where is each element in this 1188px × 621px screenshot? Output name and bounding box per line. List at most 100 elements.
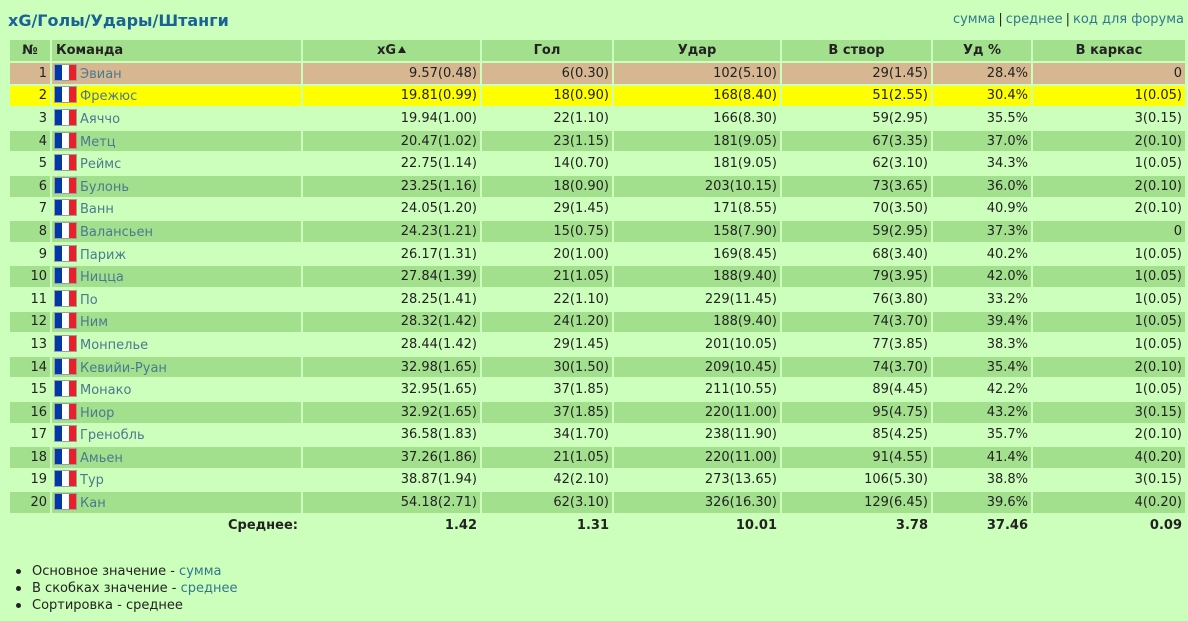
table-row[interactable]: 13 Монпелье 28.44(1.42) 29(1.45) 201(10.05) 7… [10, 334, 1185, 355]
column-header-on-target[interactable]: В створ [782, 40, 931, 61]
team-link[interactable]: Метц [80, 135, 116, 150]
table-row[interactable]: 17 Гренобль 36.58(1.83) 34(1.70) 238(11.90) 8… [10, 424, 1185, 446]
team-link[interactable]: Париж [80, 248, 126, 263]
table-row[interactable]: 14 Кевийи-Руан 32.98(1.65) 30(1.50) 209(10.4… [10, 356, 1185, 378]
cell-rank: 6 [10, 175, 50, 197]
cell-shots: 166(8.30) [614, 108, 780, 129]
cell-on-target: 79(3.95) [782, 266, 931, 287]
link-separator: | [1065, 12, 1071, 27]
cell-shot-pct: 39.4% [933, 311, 1031, 333]
column-header-shots[interactable]: Удар [614, 40, 780, 61]
cell-xg: 22.75(1.14) [303, 153, 480, 174]
cell-woodwork: 3(0.15) [1033, 401, 1185, 423]
table-row[interactable]: 8 Валансьен 24.23(1.21) 15(0.75) 158(7.90) 59… [10, 221, 1185, 242]
legend-text: В скобках значение - [32, 581, 181, 596]
table-header-row: № Команда xG Гол Удар В створ Уд % В кар… [10, 40, 1185, 61]
cell-shot-pct: 28.4% [933, 63, 1031, 84]
table-row[interactable]: 10 Ницца 27.84(1.39) 21(1.05) 188(9.40) 79(3.… [10, 266, 1185, 287]
cell-on-target: 74(3.70) [782, 311, 931, 333]
cell-shot-pct: 37.0% [933, 130, 1031, 152]
page-title: xG/Голы/Удары/Штанги [8, 11, 229, 30]
table-row[interactable]: 6 Булонь 23.25(1.16) 18(0.90) 203(10.15) 73(3… [10, 175, 1185, 197]
team-link[interactable]: Аяччо [80, 112, 120, 127]
team-link[interactable]: Ниор [80, 406, 114, 421]
team-link[interactable]: Тур [80, 473, 104, 488]
team-link[interactable]: Валансьен [80, 225, 153, 240]
team-link[interactable]: Эвиан [80, 67, 122, 82]
average-link[interactable]: среднее [1006, 12, 1063, 27]
table-row[interactable]: 5 Реймс 22.75(1.14) 14(0.70) 181(9.05) 62(3.1… [10, 153, 1185, 174]
table-row[interactable]: 20 Кан 54.18(2.71) 62(3.10) 326(16.30) 129(6.… [10, 492, 1185, 513]
table-row[interactable]: 3 Аяччо 19.94(1.00) 22(1.10) 166(8.30) 59(2.9… [10, 108, 1185, 129]
cell-on-target: 95(4.75) [782, 401, 931, 423]
cell-goals: 62(3.10) [482, 492, 612, 513]
team-link[interactable]: Гренобль [80, 428, 145, 443]
column-header-label: Команда [56, 43, 124, 58]
cell-shot-pct: 43.2% [933, 401, 1031, 423]
table-body: 1 Эвиан 9.57(0.48) 6(0.30) 102(5.10) 29(1.45)… [10, 63, 1185, 513]
column-header-xg[interactable]: xG [303, 40, 480, 61]
team-link[interactable]: Кевийи-Руан [80, 361, 167, 376]
team-link[interactable]: Амьен [80, 451, 123, 466]
cell-goals: 18(0.90) [482, 175, 612, 197]
cell-shots: 102(5.10) [614, 63, 780, 84]
team-link[interactable]: Ницца [80, 270, 124, 285]
table-row[interactable]: 16 Ниор 32.92(1.65) 37(1.85) 220(11.00) 95(4.… [10, 401, 1185, 423]
france-flag-icon [55, 200, 76, 216]
france-flag-icon [55, 471, 76, 487]
france-flag-icon [55, 87, 76, 103]
cell-rank: 10 [10, 266, 50, 287]
column-header-team[interactable]: Команда [52, 40, 301, 61]
france-flag-icon [55, 358, 76, 374]
table-row[interactable]: 12 Ним 28.32(1.42) 24(1.20) 188(9.40) 74(3.70… [10, 311, 1185, 333]
table-row[interactable]: 15 Монако 32.95(1.65) 37(1.85) 211(10.55) 89(… [10, 379, 1185, 400]
cell-shots: 326(16.30) [614, 492, 780, 513]
legend-link-sum[interactable]: сумма [179, 564, 221, 579]
table-row[interactable]: 4 Метц 20.47(1.02) 23(1.15) 181(9.05) 67(3.35… [10, 130, 1185, 152]
cell-xg: 32.95(1.65) [303, 379, 480, 400]
column-header-num[interactable]: № [10, 40, 50, 61]
cell-shot-pct: 34.3% [933, 153, 1031, 174]
table-row[interactable]: 7 Ванн 24.05(1.20) 29(1.45) 171(8.55) 70(3.50… [10, 198, 1185, 220]
cell-team: Реймс [52, 153, 301, 174]
team-link[interactable]: Булонь [80, 180, 129, 195]
team-link[interactable]: Фрежюс [80, 89, 137, 104]
legend-text: Сортировка - среднее [32, 598, 183, 613]
cell-team: Кан [52, 492, 301, 513]
cell-xg: 19.94(1.00) [303, 108, 480, 129]
france-flag-icon [55, 132, 76, 148]
column-header-woodwork[interactable]: В каркас [1033, 40, 1185, 61]
table-row[interactable]: 19 Тур 38.87(1.94) 42(2.10) 273(13.65) 106(5.… [10, 469, 1185, 491]
cell-team: Эвиан [52, 63, 301, 84]
cell-rank: 15 [10, 379, 50, 400]
table-row[interactable]: 2 Фрежюс 19.81(0.99) 18(0.90) 168(8.40) 51(2.… [10, 85, 1185, 107]
sum-link[interactable]: сумма [953, 12, 995, 27]
table-row[interactable]: 11 По 28.25(1.41) 22(1.10) 229(11.45) 76(3.80… [10, 288, 1185, 310]
cell-woodwork: 1(0.05) [1033, 85, 1185, 107]
cell-goals: 22(1.10) [482, 288, 612, 310]
team-link[interactable]: Монпелье [80, 338, 148, 353]
cell-xg: 28.32(1.42) [303, 311, 480, 333]
france-flag-icon [55, 155, 76, 171]
legend-link-average[interactable]: среднее [181, 581, 238, 596]
table-row[interactable]: 18 Амьен 37.26(1.86) 21(1.05) 220(11.00) 91(4… [10, 447, 1185, 468]
cell-goals: 15(0.75) [482, 221, 612, 242]
team-link[interactable]: Монако [80, 383, 131, 398]
cell-shot-pct: 38.3% [933, 334, 1031, 355]
table-row[interactable]: 9 Париж 26.17(1.31) 20(1.00) 169(8.45) 68(3.4… [10, 243, 1185, 265]
header-links: сумма | среднее | код для форума [953, 12, 1184, 27]
cell-team: Аяччо [52, 108, 301, 129]
team-link[interactable]: Кан [80, 496, 106, 511]
cell-shots: 188(9.40) [614, 266, 780, 287]
team-link[interactable]: По [80, 293, 98, 308]
cell-woodwork: 4(0.20) [1033, 492, 1185, 513]
column-header-goals[interactable]: Гол [482, 40, 612, 61]
team-link[interactable]: Ванн [80, 202, 114, 217]
cell-shots: 181(9.05) [614, 153, 780, 174]
table-row[interactable]: 1 Эвиан 9.57(0.48) 6(0.30) 102(5.10) 29(1.45)… [10, 63, 1185, 84]
team-link[interactable]: Реймс [80, 157, 121, 172]
cell-on-target: 91(4.55) [782, 447, 931, 468]
column-header-shot-pct[interactable]: Уд % [933, 40, 1031, 61]
team-link[interactable]: Ним [80, 315, 108, 330]
forum-code-link[interactable]: код для форума [1073, 12, 1184, 27]
